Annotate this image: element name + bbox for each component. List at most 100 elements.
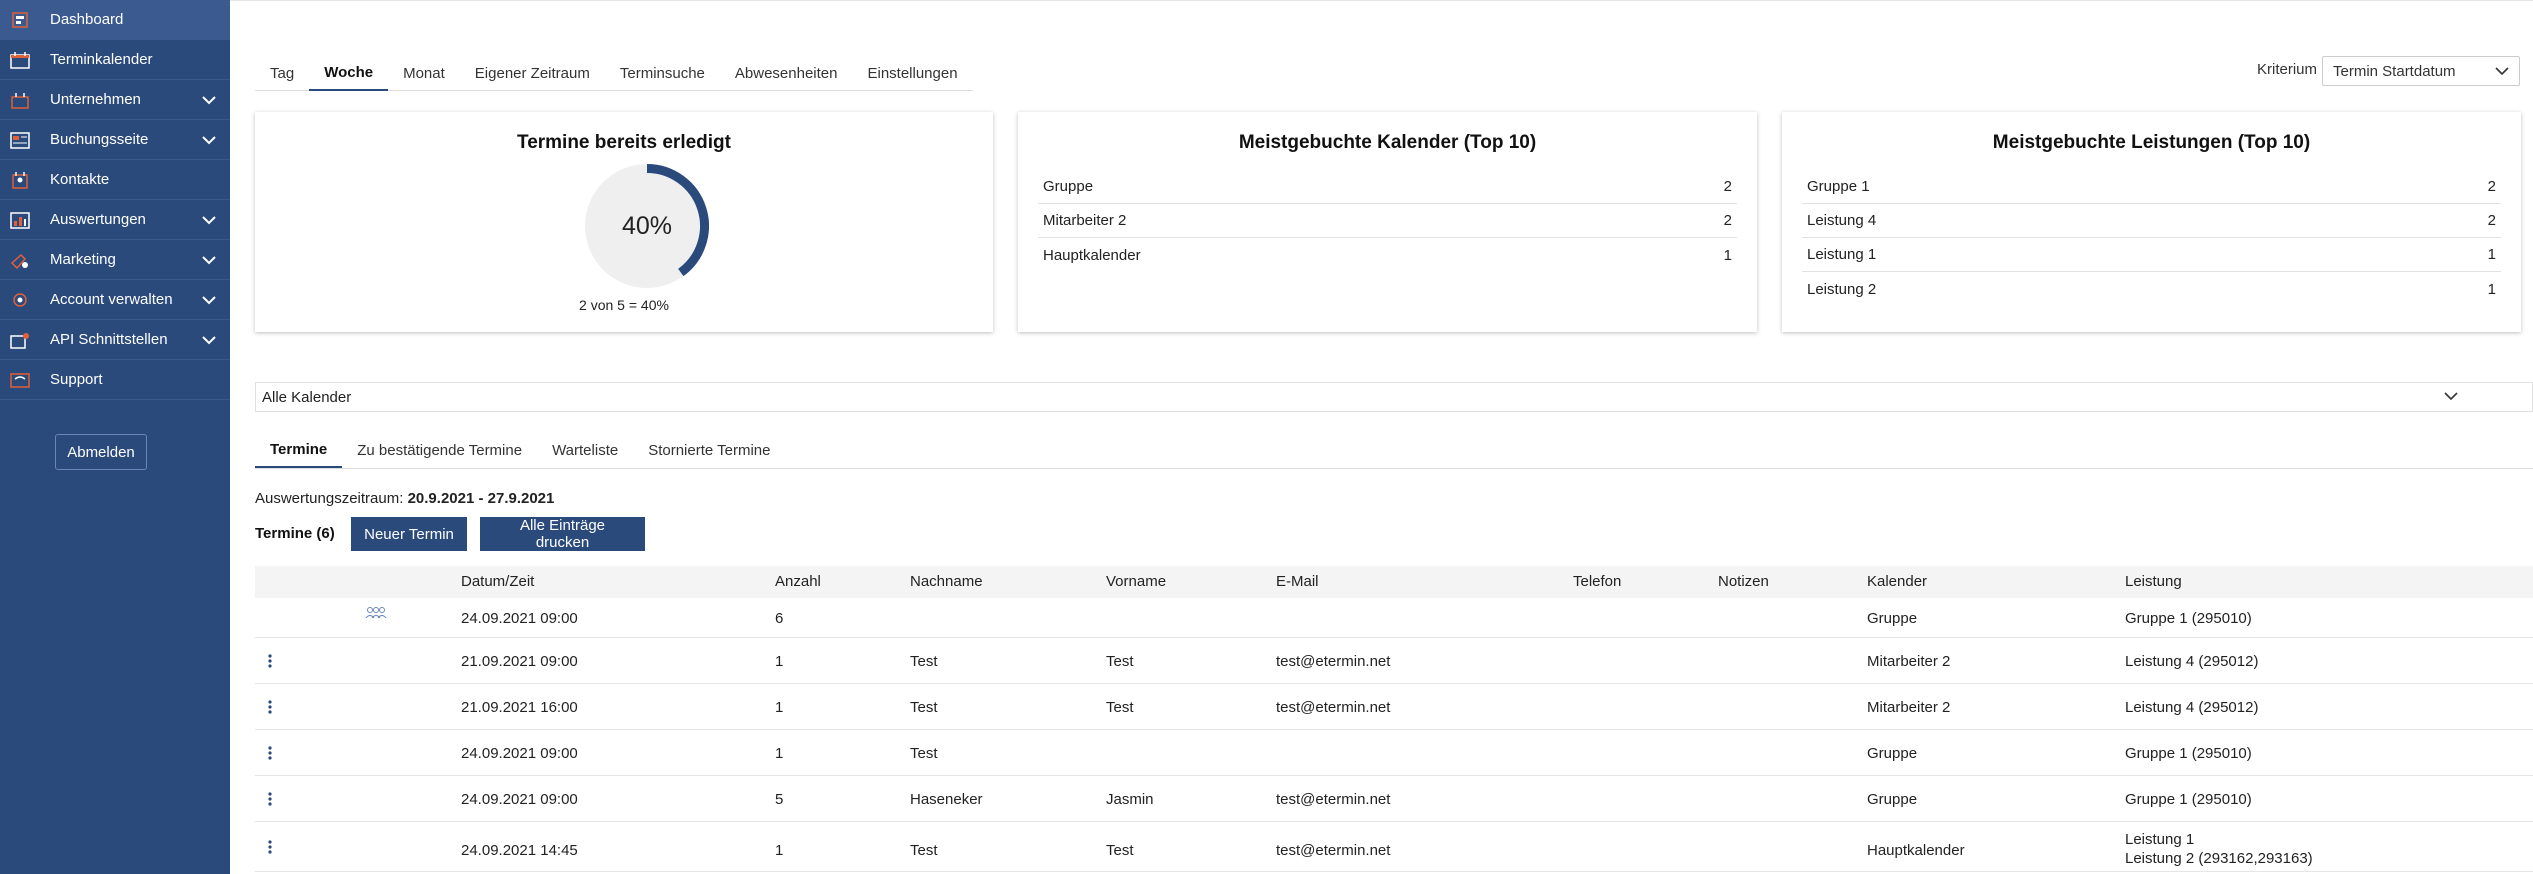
table-row[interactable]: 24.09.2021 09:00 6 Gruppe Gruppe 1 (295010) — [255, 598, 2533, 638]
cell-datetime: 24.09.2021 09:00 — [461, 791, 578, 808]
criterion-value: Termin Startdatum — [2333, 62, 2456, 80]
sidebar-nav: Dashboard Terminkalender Unternehmen Buchun… — [0, 0, 230, 400]
tab-monat[interactable]: Monat — [388, 56, 460, 91]
more-options-icon[interactable] — [268, 792, 272, 810]
column-header-datetime: Datum/Zeit — [461, 573, 535, 590]
cell-service: Leistung 4 (295012) — [2125, 653, 2259, 670]
list-item-count: 2 — [2487, 212, 2496, 229]
sidebar-item-terminkalender[interactable]: Terminkalender — [0, 40, 230, 80]
donut-caption: 2 von 5 = 40% — [579, 297, 669, 313]
more-options-icon[interactable] — [268, 840, 272, 858]
sidebar-item-account-verwalten[interactable]: Account verwalten — [0, 280, 230, 320]
cell-datetime: 21.09.2021 09:00 — [461, 653, 578, 670]
table-body: 24.09.2021 09:00 6 Gruppe Gruppe 1 (295010)… — [255, 598, 2533, 872]
list-item-name: Mitarbeiter 2 — [1043, 212, 1127, 229]
cell-lastname: Test — [910, 653, 938, 670]
cell-datetime: 24.09.2021 14:45 — [461, 842, 578, 859]
tab-stornierte-termine[interactable]: Stornierte Termine — [633, 432, 785, 468]
cell-email: test@etermin.net — [1276, 791, 1391, 808]
sidebar-item-dashboard[interactable]: Dashboard — [0, 0, 230, 40]
criterion-select[interactable]: Termin Startdatum — [2322, 56, 2520, 86]
column-header-firstname: Vorname — [1106, 573, 1167, 590]
calendar-filter-value: Alle Kalender — [262, 388, 352, 406]
list-item: Mitarbeiter 2 2 — [1038, 204, 1737, 238]
cell-count: 1 — [775, 699, 784, 716]
cell-service-secondary: Leistung 2 (293162,293163) — [2125, 850, 2313, 867]
cell-lastname: Test — [910, 699, 938, 716]
table-header: Datum/Zeit Anzahl Nachname Vorname E-Mail Tel… — [255, 566, 2533, 598]
sidebar-item-marketing[interactable]: Marketing — [0, 240, 230, 280]
sidebar-item-label: Auswertungen — [50, 211, 146, 228]
tab-tag[interactable]: Tag — [255, 56, 309, 91]
cell-service: Leistung 1 — [2125, 831, 2195, 848]
list-item: Leistung 1 1 — [1802, 238, 2501, 272]
cell-calendar: Mitarbeiter 2 — [1867, 653, 1951, 670]
tab-einstellungen[interactable]: Einstellungen — [852, 56, 972, 91]
tab-zu-best-tigende-termine[interactable]: Zu bestätigende Termine — [342, 432, 537, 468]
sidebar-item-kontakte[interactable]: Kontakte — [0, 160, 230, 200]
more-options-icon[interactable] — [268, 654, 272, 672]
table-row[interactable]: 24.09.2021 09:00 1 Test Gruppe Gruppe 1 (295… — [255, 730, 2533, 776]
list-item: Gruppe 2 — [1038, 170, 1737, 204]
cell-service: Gruppe 1 (295010) — [2125, 610, 2252, 627]
appointments-table: Datum/Zeit Anzahl Nachname Vorname E-Mail Tel… — [255, 566, 2533, 872]
top-calendars-list: Gruppe 2 Mitarbeiter 2 2 Hauptkalender 1 — [1038, 170, 1737, 272]
sidebar-item-auswertungen[interactable]: Auswertungen — [0, 200, 230, 240]
sidebar-item-label: Support — [50, 371, 103, 388]
tab-eigener-zeitraum[interactable]: Eigener Zeitraum — [460, 56, 605, 91]
new-appointment-button[interactable]: Neuer Termin — [351, 517, 467, 551]
tab-warteliste[interactable]: Warteliste — [537, 432, 633, 468]
column-header-calendar: Kalender — [1867, 573, 1928, 590]
completed-appointments-card: Termine bereits erledigt 40% 2 von 5 = 4… — [255, 112, 993, 332]
cell-calendar: Gruppe — [1867, 610, 1918, 627]
table-row[interactable]: 24.09.2021 09:00 5 Haseneker Jasmin test@ete… — [255, 776, 2533, 822]
table-row[interactable]: 21.09.2021 09:00 1 Test Test test@etermin.ne… — [255, 638, 2533, 684]
print-all-button[interactable]: Alle Einträge drucken — [480, 517, 645, 551]
cell-calendar: Gruppe — [1867, 745, 1918, 762]
chevron-down-icon — [2495, 67, 2509, 76]
logout-button[interactable]: Abmelden — [55, 434, 147, 470]
range-value: 20.9.2021 - 27.9.2021 — [407, 490, 555, 507]
list-item-count: 1 — [2487, 280, 2496, 298]
calendar-filter-select[interactable]: Alle Kalender — [255, 382, 2533, 412]
cell-service: Gruppe 1 (295010) — [2125, 791, 2252, 808]
sidebar-item-support[interactable]: Support — [0, 360, 230, 400]
column-header-service: Leistung — [2125, 573, 2182, 590]
list-item-name: Leistung 1 — [1807, 246, 1877, 263]
table-row[interactable]: 24.09.2021 14:45 1 Test Test test@etermin.ne… — [255, 822, 2533, 872]
evaluation-range: Auswertungszeitraum: 20.9.2021 - 27.9.20… — [255, 490, 554, 507]
cell-lastname: Test — [910, 842, 938, 859]
chevron-down-icon — [2444, 392, 2458, 401]
cell-count: 6 — [775, 610, 784, 627]
cell-datetime: 24.09.2021 09:00 — [461, 745, 578, 762]
criterion-label: Kriterium — [2257, 61, 2318, 78]
sidebar-item-api-schnittstellen[interactable]: API Schnittstellen — [0, 320, 230, 360]
column-header-count: Anzahl — [775, 573, 821, 590]
table-row[interactable]: 21.09.2021 16:00 1 Test Test test@etermin.ne… — [255, 684, 2533, 730]
list-item: Hauptkalender 1 — [1038, 238, 1737, 272]
more-options-icon[interactable] — [268, 700, 272, 718]
list-item-count: 1 — [1723, 246, 1732, 264]
cell-service: Gruppe 1 (295010) — [2125, 745, 2252, 762]
completion-donut: 40% — [585, 164, 709, 288]
more-options-icon[interactable] — [268, 746, 272, 764]
tab-abwesenheiten[interactable]: Abwesenheiten — [720, 56, 853, 91]
sidebar-item-unternehmen[interactable]: Unternehmen — [0, 80, 230, 120]
range-label: Auswertungszeitraum: — [255, 490, 404, 507]
list-item-count: 2 — [1723, 178, 1732, 195]
tab-woche[interactable]: Woche — [309, 56, 389, 91]
column-header-lastname: Nachname — [910, 573, 983, 590]
cell-firstname: Jasmin — [1106, 791, 1154, 808]
top-services-card: Meistgebuchte Leistungen (Top 10) Gruppe… — [1782, 112, 2521, 332]
cell-firstname: Test — [1106, 842, 1134, 859]
top-calendars-card: Meistgebuchte Kalender (Top 10) Gruppe 2 M… — [1018, 112, 1757, 332]
tab-termine[interactable]: Termine — [255, 432, 343, 468]
cell-count: 5 — [775, 791, 784, 808]
tab-terminsuche[interactable]: Terminsuche — [605, 56, 720, 91]
sidebar-item-label: API Schnittstellen — [50, 331, 168, 348]
top-services-list: Gruppe 1 2 Leistung 4 2 Leistung 1 1 Leistung … — [1802, 170, 2501, 306]
group-icon — [365, 606, 387, 624]
sidebar-item-buchungsseite[interactable]: Buchungsseite — [0, 120, 230, 160]
cell-lastname: Haseneker — [910, 791, 983, 808]
cell-email: test@etermin.net — [1276, 699, 1391, 716]
